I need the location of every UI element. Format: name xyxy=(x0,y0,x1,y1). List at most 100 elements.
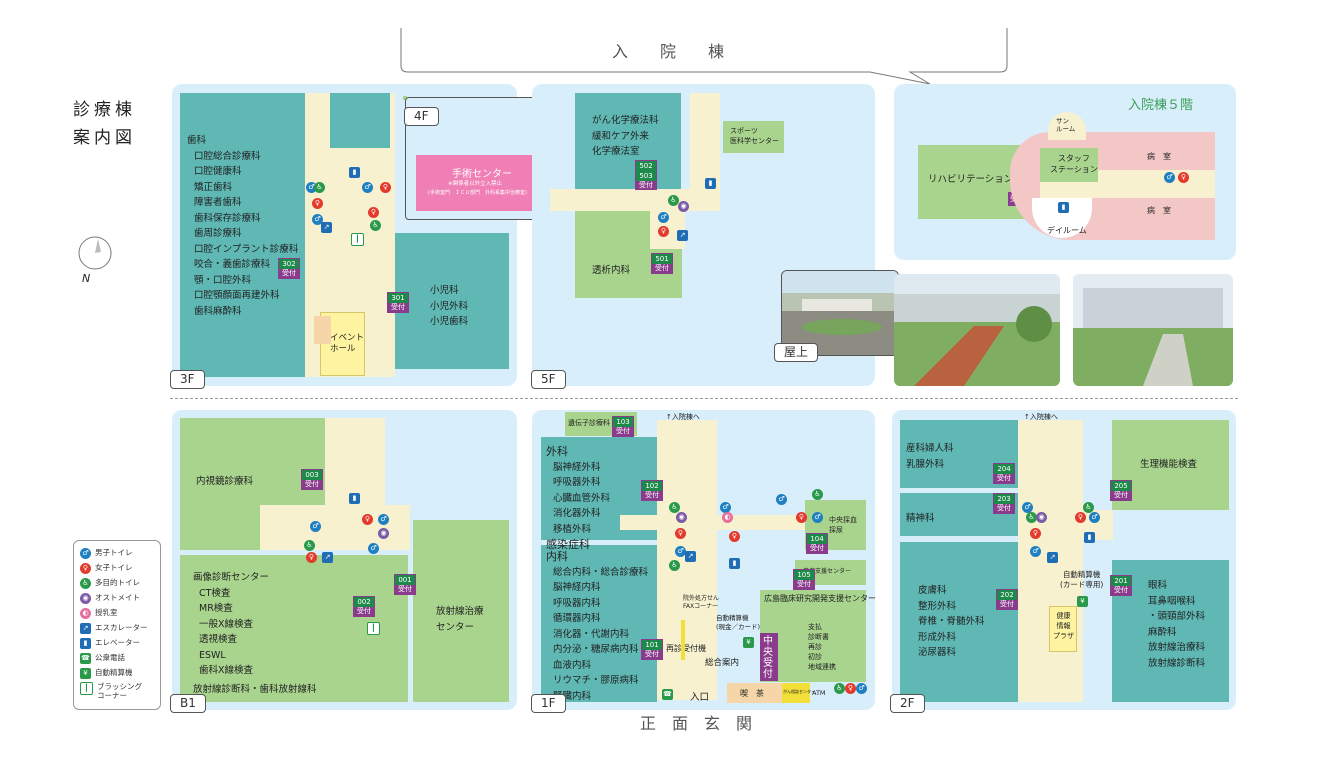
eye-list: 眼科 耳鼻咽喉科 ・頭頸部外科 麻酔科 放射線治療科 放射線診断科 xyxy=(1148,580,1206,669)
floor-label-1f: 1F xyxy=(531,694,566,713)
reception-002: 002 受付 xyxy=(353,596,375,617)
reception-101: 101 受付 xyxy=(641,639,663,660)
ortho-list: 皮膚科 整形外科 脊椎・脊髄外科 形成外科 泌尿器科 xyxy=(918,585,985,658)
male-toilet-icon: ♂ xyxy=(658,212,669,223)
phone-icon: ☎ xyxy=(662,689,673,700)
elevator-icon: ▮ xyxy=(729,558,740,569)
reception-102: 102 受付 xyxy=(641,480,663,501)
dialysis-label: 透析内科 xyxy=(592,265,631,276)
male-toilet-icon: ♂ xyxy=(1030,546,1041,557)
ostomate-icon: ◉ xyxy=(1036,512,1047,523)
reception-001: 001 受付 xyxy=(394,574,416,595)
nursing-room-icon: ◐ xyxy=(722,512,733,523)
surgery-list: 外科 脳神経外科 呼吸器外科 心臓血管外科 消化器外科 移植外科 感染症科 xyxy=(546,445,611,551)
multi-toilet-icon: ♿ xyxy=(314,182,325,193)
legend-row: ¥ 自動精算機 xyxy=(80,667,133,679)
reception-203: 203 受付 xyxy=(993,493,1015,514)
ward-building-label: 入 院 棟 xyxy=(612,42,725,61)
reception-501: 501 受付 xyxy=(651,253,673,274)
multi-toilet-icon: ♿ xyxy=(304,540,315,551)
legend-row: ▮ エレベーター xyxy=(80,637,140,649)
male-toilet-icon: ♂ xyxy=(812,512,823,523)
female-toilet-icon: ♀ xyxy=(312,198,323,209)
female-toilet-icon: ♀ xyxy=(845,683,856,694)
male-toilet-icon: ♂ xyxy=(378,514,389,525)
inpatient-5f-title: 入院棟５階 xyxy=(1128,98,1194,113)
female-toilet-icon: ♀ xyxy=(796,512,807,523)
escalator-icon: ↗ xyxy=(80,622,91,634)
male-toilet-icon: ♂ xyxy=(1164,172,1175,183)
elevator-icon: ▮ xyxy=(80,637,91,649)
auto-pay-icon: ¥ xyxy=(80,667,91,679)
legend-row: ☎ 公衆電話 xyxy=(80,652,125,664)
support-list: 支払 診断書 再診 初診 地域連携 xyxy=(808,623,836,671)
male-toilet-icon: ♂ xyxy=(368,543,379,554)
escalator-icon: ↗ xyxy=(322,552,333,563)
male-toilet-icon: ♂ xyxy=(310,521,321,532)
internal-list: 内科 総合内科・総合診療科 脳神経内科 呼吸器内科 循環器内科 消化器・代謝内科 内分… xyxy=(546,550,649,702)
legend-row: ┃ ブラッシング コーナー xyxy=(80,682,142,706)
reception-201: 201 受付 xyxy=(1110,575,1132,596)
multi-toilet-icon: ♿ xyxy=(370,220,381,231)
male-toilet-icon: ♂ xyxy=(856,683,867,694)
pediatrics-list: 小児科 小児外科 小児歯科 xyxy=(430,285,469,327)
ostomate-icon: ◉ xyxy=(678,201,689,212)
reception-301: 301 受付 xyxy=(387,292,409,313)
reception-104: 104 受付 xyxy=(806,533,828,554)
female-toilet-icon: ♀ xyxy=(1178,172,1189,183)
female-toilet-icon: ♀ xyxy=(658,226,669,237)
reception-202: 202 受付 xyxy=(996,589,1018,610)
auto-pay-icon: ¥ xyxy=(743,637,754,648)
escalator-icon: ↗ xyxy=(685,551,696,562)
brushing-icon: ┃ xyxy=(80,682,93,695)
floor-label-2f: 2F xyxy=(890,694,925,713)
ostomate-icon: ◉ xyxy=(676,512,687,523)
floor-label-5f: 5F xyxy=(531,370,566,389)
brushing-icon: ┃ xyxy=(367,622,380,635)
nursing-room-icon: ◐ xyxy=(80,607,91,619)
elevator-icon: ▮ xyxy=(349,167,360,178)
chemo-list: がん化学療法科 緩和ケア外来 化学療法室 xyxy=(592,115,659,157)
elevator-icon: ▮ xyxy=(349,493,360,504)
escalator-icon: ↗ xyxy=(321,222,332,233)
female-toilet-icon: ♀ xyxy=(80,562,91,574)
auto-pay-icon: ¥ xyxy=(1077,596,1088,607)
imaging-list: 画像診断センター CT検査 MR検査 一般X線検査 透視検査 ESWL 歯科X線検査 … xyxy=(193,572,317,695)
female-toilet-icon: ♀ xyxy=(368,207,379,218)
map-title: 診療棟 案内図 xyxy=(73,100,136,148)
sports-label: スポーツ 医科学センター xyxy=(730,127,779,145)
reception-204: 204 受付 xyxy=(993,463,1015,484)
legend-row: ↗ エスカレーター xyxy=(80,622,148,634)
rooftop-label: 屋上 xyxy=(774,343,819,362)
female-toilet-icon: ♀ xyxy=(675,528,686,539)
legend-row: ♂ 男子トイレ xyxy=(80,547,133,559)
bookstore xyxy=(314,316,331,344)
reception-205: 205 受付 xyxy=(1110,480,1132,501)
reception-103: 103 受付 xyxy=(612,416,634,437)
legend-row: ◐ 授乳室 xyxy=(80,607,118,619)
legend-row: ♀ 女子トイレ xyxy=(80,562,133,574)
reception-302: 302 受付 xyxy=(278,258,300,279)
multi-toilet-icon: ♿ xyxy=(669,560,680,571)
male-toilet-icon: ♂ xyxy=(80,547,91,559)
multi-toilet-icon: ♿ xyxy=(80,577,91,589)
dental-list: 歯科 口腔総合診療科 口腔健康科 矯正歯科 障害者歯科 歯科保存診療科 歯周診療科 口… xyxy=(187,135,299,317)
multi-toilet-icon: ♿ xyxy=(834,683,845,694)
multi-toilet-icon: ♿ xyxy=(812,489,823,500)
male-toilet-icon: ♂ xyxy=(1089,512,1100,523)
female-toilet-icon: ♀ xyxy=(380,182,391,193)
obgyn-list: 産科婦人科 乳腺外科 xyxy=(906,443,954,470)
rooftop-photo-2 xyxy=(894,274,1060,386)
floor-label-4f: 4F xyxy=(404,107,439,126)
floor-label-b1: B1 xyxy=(170,694,206,713)
compass-icon xyxy=(78,236,112,270)
ostomate-icon: ◉ xyxy=(378,528,389,539)
reception-105: 105 受付 xyxy=(793,569,815,590)
compass-label: N xyxy=(82,272,91,285)
brushing-icon: ┃ xyxy=(351,233,364,246)
escalator-icon: ↗ xyxy=(677,230,688,241)
legend-row: ◉ オストメイト xyxy=(80,592,140,604)
reception-003: 003 受付 xyxy=(301,469,323,490)
reception-502-503: 502 503 受付 xyxy=(635,160,657,190)
escalator-icon: ↗ xyxy=(1047,552,1058,563)
